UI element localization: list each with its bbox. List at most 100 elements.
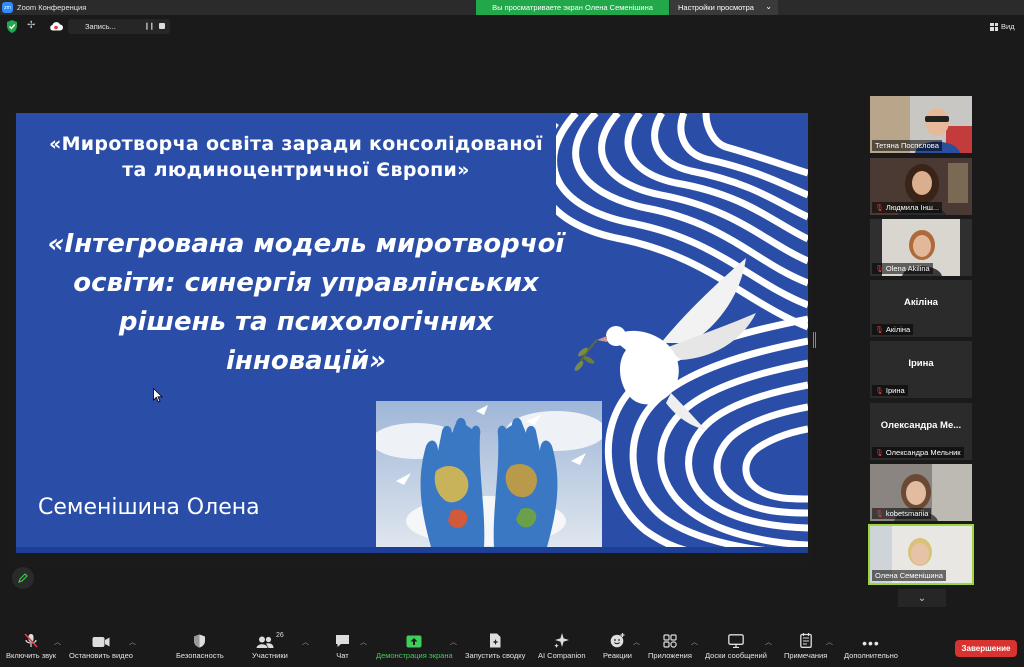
notes-label: Примечания: [784, 651, 828, 660]
chevron-down-icon: ⌄: [917, 592, 927, 604]
pen-icon: [18, 573, 28, 583]
participants-options-caret-icon[interactable]: ︿: [302, 637, 309, 647]
cloud-recording-icon: [50, 22, 63, 31]
reactions-options-caret-icon[interactable]: ︿: [633, 637, 640, 647]
apps-options-caret-icon[interactable]: ︿: [691, 637, 698, 647]
unmute-button[interactable]: Включить звук: [6, 632, 56, 660]
recording-label: Запись...: [85, 22, 116, 31]
audio-options-caret-icon[interactable]: ︿: [54, 637, 61, 647]
start-summary-button[interactable]: Запустить сводку: [465, 632, 525, 660]
notes-icon: [799, 633, 812, 648]
more-button[interactable]: ••• Дополнительно: [844, 632, 898, 660]
mic-muted-icon: 🎙: [875, 449, 884, 457]
participant-tile-active-speaker[interactable]: Олена Семенішина: [868, 524, 974, 585]
chat-bubble-icon: [336, 635, 349, 647]
view-button[interactable]: Вид: [990, 22, 1015, 31]
emoji-reaction-icon: [610, 633, 625, 648]
whiteboards-options-caret-icon[interactable]: ︿: [765, 637, 772, 647]
encryption-shield-icon[interactable]: [6, 20, 18, 33]
stop-video-button[interactable]: Остановить видео: [69, 632, 133, 660]
participant-tile[interactable]: 🎙 Людмила Інш...: [870, 158, 972, 215]
participants-button[interactable]: 26 Участники: [252, 632, 288, 660]
participant-name: 🎙 Людмила Інш...: [872, 202, 943, 213]
summary-document-icon: [490, 633, 501, 648]
scroll-participants-down-button[interactable]: ⌄: [898, 589, 946, 607]
pause-recording-icon[interactable]: ❙❙: [144, 22, 155, 30]
share-options-caret-icon[interactable]: ︿: [450, 637, 457, 647]
recording-indicator: [68, 19, 170, 34]
security-label: Безопасность: [176, 651, 224, 660]
hands-world-map-image: [376, 401, 602, 547]
mic-muted-icon: 🎙: [875, 265, 884, 273]
grid-view-icon: [990, 22, 998, 31]
participants-label: Участники: [252, 651, 288, 660]
ai-companion-label: AI Companion: [538, 651, 586, 660]
participant-name: 🎙 Акіліна: [872, 324, 914, 335]
share-screen-button[interactable]: Демонстрация экрана: [376, 632, 453, 660]
chat-options-caret-icon[interactable]: ︿: [360, 637, 367, 647]
participant-name: 🎙 kobetsmariia: [872, 508, 932, 519]
ai-sparkle-icon[interactable]: ✢: [27, 20, 39, 32]
participant-name: 🎙 Olena Akilina: [872, 263, 933, 274]
share-screen-icon: [406, 635, 422, 648]
participant-tile[interactable]: Тетяна Поспєлова: [870, 96, 972, 153]
participant-tile[interactable]: Олександра Ме... 🎙 Олександра Мельник: [870, 403, 972, 460]
screen-share-banner: Вы просматриваете экран Олена Семенішина: [476, 0, 669, 15]
whiteboards-label: Доски сообщений: [705, 651, 767, 660]
app-title: Zoom Конференция: [17, 3, 87, 12]
chat-button[interactable]: Чат: [335, 632, 350, 660]
mic-muted-icon: 🎙: [875, 204, 884, 212]
presentation-slide: «Миротворча освіта заради консолідованої…: [16, 113, 808, 553]
chat-label: Чат: [336, 651, 349, 660]
participant-name: 🎙 Ірина: [872, 385, 908, 396]
notes-options-caret-icon[interactable]: ︿: [826, 637, 833, 647]
view-label: Вид: [1001, 22, 1015, 31]
view-settings-dropdown[interactable]: Настройки просмотра ⌄: [670, 0, 778, 15]
stop-video-label: Остановить видео: [69, 651, 133, 660]
more-dots-icon: •••: [862, 635, 880, 651]
security-button[interactable]: Безопасность: [176, 632, 224, 660]
participants-icon: [256, 636, 274, 648]
mic-muted-icon: 🎙: [875, 387, 884, 395]
participant-display-name: Акіліна: [904, 296, 938, 308]
participant-name: Олена Семенішина: [872, 570, 946, 581]
participant-name: 🎙 Олександра Мельник: [872, 447, 964, 458]
end-meeting-button[interactable]: Завершение: [955, 640, 1017, 657]
share-screen-label: Демонстрация экрана: [376, 651, 453, 660]
stop-recording-icon[interactable]: [159, 23, 165, 29]
slide-subtitle: «Миротворча освіта заради консолідованої…: [49, 133, 543, 181]
ai-sparkle-icon: [554, 633, 570, 648]
start-summary-label: Запустить сводку: [465, 651, 526, 660]
security-shield-icon: [194, 634, 206, 648]
participant-tile[interactable]: 🎙 kobetsmariia: [870, 464, 972, 521]
reactions-label: Реакции: [603, 651, 632, 660]
mic-muted-icon: 🎙: [875, 326, 884, 334]
participant-name: Тетяна Поспєлова: [872, 140, 942, 151]
whiteboards-button[interactable]: Доски сообщений: [705, 632, 767, 660]
annotate-pen-button[interactable]: [12, 567, 34, 589]
mic-muted-icon: 🎙: [875, 510, 884, 518]
apps-label: Приложения: [648, 651, 692, 660]
slide-bottom-stripe: [16, 547, 808, 553]
participant-tile[interactable]: Ірина 🎙 Ірина: [870, 341, 972, 398]
slide-title: «Інтегрована модель миротворчої освіти: …: [47, 229, 565, 376]
whiteboard-icon: [728, 634, 744, 648]
microphone-muted-icon: [24, 633, 38, 648]
chevron-down-icon: ⌄: [765, 2, 772, 11]
participant-tile[interactable]: 🎙 Olena Akilina: [870, 219, 972, 276]
ai-companion-button[interactable]: AI Companion: [538, 632, 586, 660]
reactions-button[interactable]: Реакции: [603, 632, 632, 660]
video-options-caret-icon[interactable]: ︿: [129, 637, 136, 647]
participant-tile[interactable]: Акіліна 🎙 Акіліна: [870, 280, 972, 337]
view-settings-label: Настройки просмотра: [678, 3, 754, 12]
more-label: Дополнительно: [844, 651, 898, 660]
participant-display-name: Олександра Ме...: [880, 419, 962, 431]
zoom-logo-icon: zm: [2, 2, 13, 13]
shared-screen: «Миротворча освіта заради консолідованої…: [8, 113, 811, 567]
video-camera-icon: [92, 637, 110, 647]
apps-button[interactable]: Приложения: [648, 632, 692, 660]
participants-count: 26: [276, 632, 284, 639]
panel-resize-handle[interactable]: [813, 332, 816, 348]
apps-icon: [663, 634, 677, 648]
notes-button[interactable]: Примечания: [784, 632, 827, 660]
